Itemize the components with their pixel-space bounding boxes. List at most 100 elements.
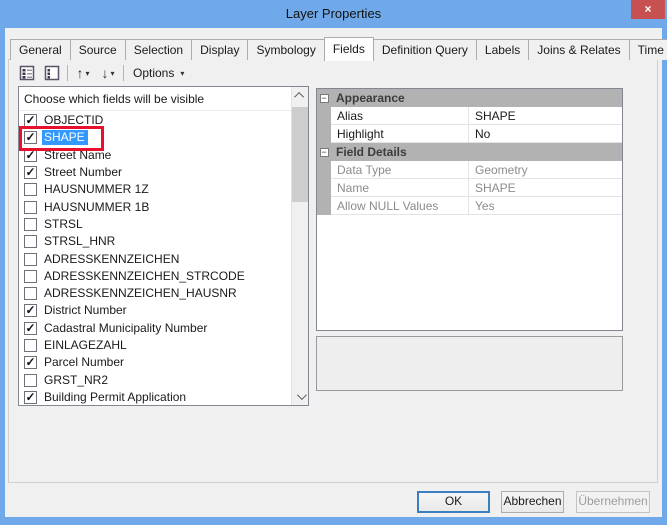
tab-definition-query[interactable]: Definition Query	[372, 39, 477, 60]
cancel-button[interactable]: Abbrechen	[501, 491, 564, 513]
field-row[interactable]: STRSL_HNR	[19, 233, 291, 250]
field-row[interactable]: HAUSNUMMER 1B	[19, 198, 291, 215]
dialog-body: General Source Selection Display Symbolo…	[5, 28, 667, 517]
move-field-up-button[interactable]: ↑ ▾	[73, 63, 93, 83]
group-header-appearance: − Appearance	[317, 89, 622, 107]
grid-indent-strip	[317, 125, 331, 143]
field-checkbox[interactable]	[24, 373, 37, 387]
field-checkbox[interactable]	[24, 235, 37, 249]
field-row[interactable]: ✓ District Number	[19, 302, 291, 319]
field-description-box	[316, 336, 623, 391]
property-value[interactable]: No	[469, 125, 622, 143]
tab-selection[interactable]: Selection	[124, 39, 193, 60]
apply-button[interactable]: Übernehmen	[576, 491, 650, 513]
up-arrow-icon: ↑	[76, 65, 84, 81]
field-checkbox[interactable]	[24, 217, 37, 231]
field-row[interactable]: ADRESSKENNZEICHEN	[19, 250, 291, 267]
move-field-down-button[interactable]: ↓ ▾	[98, 63, 118, 83]
property-name: Highlight	[331, 125, 469, 143]
group-label: Field Details	[336, 145, 407, 159]
field-label: STRSL_HNR	[44, 234, 116, 249]
field-row[interactable]: ADRESSKENNZEICHEN_STRCODE	[19, 268, 291, 285]
tab-joins-relates[interactable]: Joins & Relates	[528, 39, 630, 60]
field-label: Street Name	[44, 147, 112, 162]
collapse-icon[interactable]: −	[319, 93, 329, 103]
group-header-field-details: − Field Details	[317, 143, 622, 161]
field-row[interactable]: STRSL	[19, 216, 291, 233]
empty-list-icon	[44, 65, 60, 81]
scroll-down-button[interactable]	[292, 388, 308, 405]
property-row-allow-null: Allow NULL Values Yes	[317, 197, 622, 215]
tab-time[interactable]: Time	[628, 39, 667, 60]
field-checkbox[interactable]: ✓	[24, 390, 37, 404]
field-checkbox[interactable]: ✓	[24, 131, 37, 145]
toolbar-separator	[67, 65, 68, 81]
field-row[interactable]: ✓ Street Name	[19, 147, 291, 164]
field-row[interactable]: EINLAGEZAHL	[19, 337, 291, 354]
field-checkbox[interactable]: ✓	[24, 166, 37, 180]
checklist-icon	[19, 65, 35, 81]
grid-indent-strip: −	[317, 143, 331, 161]
grid-indent-strip	[317, 107, 331, 125]
tab-fields[interactable]: Fields	[323, 37, 374, 61]
field-checkbox[interactable]	[24, 252, 37, 266]
field-checkbox[interactable]	[24, 287, 37, 301]
property-row-highlight[interactable]: Highlight No	[317, 125, 622, 143]
grid-indent-strip: −	[317, 89, 331, 107]
field-checkbox[interactable]	[24, 200, 37, 214]
property-name: Name	[331, 179, 469, 197]
property-row-name: Name SHAPE	[317, 179, 622, 197]
close-button[interactable]: ×	[631, 0, 665, 19]
property-value: SHAPE	[469, 179, 622, 197]
field-label: Street Number	[44, 165, 123, 180]
tab-symbology[interactable]: Symbology	[247, 39, 325, 60]
close-icon: ×	[644, 2, 652, 16]
property-row-alias[interactable]: Alias SHAPE	[317, 107, 622, 125]
field-row[interactable]: ADRESSKENNZEICHEN_HAUSNR	[19, 285, 291, 302]
field-label-selected: SHAPE	[42, 130, 88, 146]
tab-labels[interactable]: Labels	[475, 39, 530, 60]
field-checkbox[interactable]	[24, 269, 37, 283]
scroll-up-button[interactable]	[292, 87, 308, 104]
chevron-up-icon	[293, 91, 304, 102]
field-row[interactable]: GRST_NR2	[19, 371, 291, 388]
ok-button[interactable]: OK	[417, 491, 490, 513]
chevron-down-icon: ▾	[110, 68, 115, 78]
tab-display[interactable]: Display	[191, 39, 249, 60]
field-list-scrollbar[interactable]	[291, 87, 308, 405]
field-checkbox[interactable]	[24, 183, 37, 197]
grid-indent-strip	[317, 179, 331, 197]
field-row-clipped[interactable]: ✓ Building Permit Application	[19, 389, 291, 405]
options-menu-button[interactable]: Options ▾	[129, 63, 188, 83]
property-name: Alias	[331, 107, 469, 125]
field-row-shape[interactable]: ✓ SHAPE	[19, 129, 291, 146]
field-checkbox[interactable]: ✓	[24, 148, 37, 162]
field-row[interactable]: HAUSNUMMER 1Z	[19, 181, 291, 198]
field-checkbox[interactable]: ✓	[24, 304, 37, 318]
field-row[interactable]: ✓ Street Number	[19, 164, 291, 181]
field-checkbox[interactable]: ✓	[24, 321, 37, 335]
grid-indent-strip	[317, 161, 331, 179]
layer-properties-dialog: Layer Properties × General Source Select…	[0, 0, 667, 525]
scrollbar-thumb[interactable]	[292, 107, 308, 202]
field-checkbox[interactable]: ✓	[24, 114, 37, 128]
turn-all-fields-on-button[interactable]	[17, 63, 37, 83]
tab-general[interactable]: General	[10, 39, 71, 60]
fields-toolbar: ↑ ▾ ↓ ▾ Options ▾	[17, 63, 188, 83]
property-value: Geometry	[469, 161, 622, 179]
field-checkbox[interactable]	[24, 339, 37, 352]
field-label: ADRESSKENNZEICHEN	[44, 251, 180, 266]
field-label: Building Permit Application	[44, 389, 187, 404]
field-label: HAUSNUMMER 1Z	[44, 182, 149, 197]
field-row[interactable]: ✓ OBJECTID	[19, 112, 291, 129]
turn-all-fields-off-button[interactable]	[42, 63, 62, 83]
field-row[interactable]: ✓ Parcel Number	[19, 354, 291, 371]
titlebar[interactable]: Layer Properties ×	[0, 0, 667, 28]
tab-source[interactable]: Source	[69, 39, 126, 60]
field-row[interactable]: ✓ Cadastral Municipality Number	[19, 320, 291, 337]
down-arrow-icon: ↓	[101, 65, 109, 81]
options-label: Options	[133, 66, 175, 80]
property-value[interactable]: SHAPE	[469, 107, 622, 125]
field-checkbox[interactable]: ✓	[24, 356, 37, 370]
collapse-icon[interactable]: −	[319, 147, 329, 157]
